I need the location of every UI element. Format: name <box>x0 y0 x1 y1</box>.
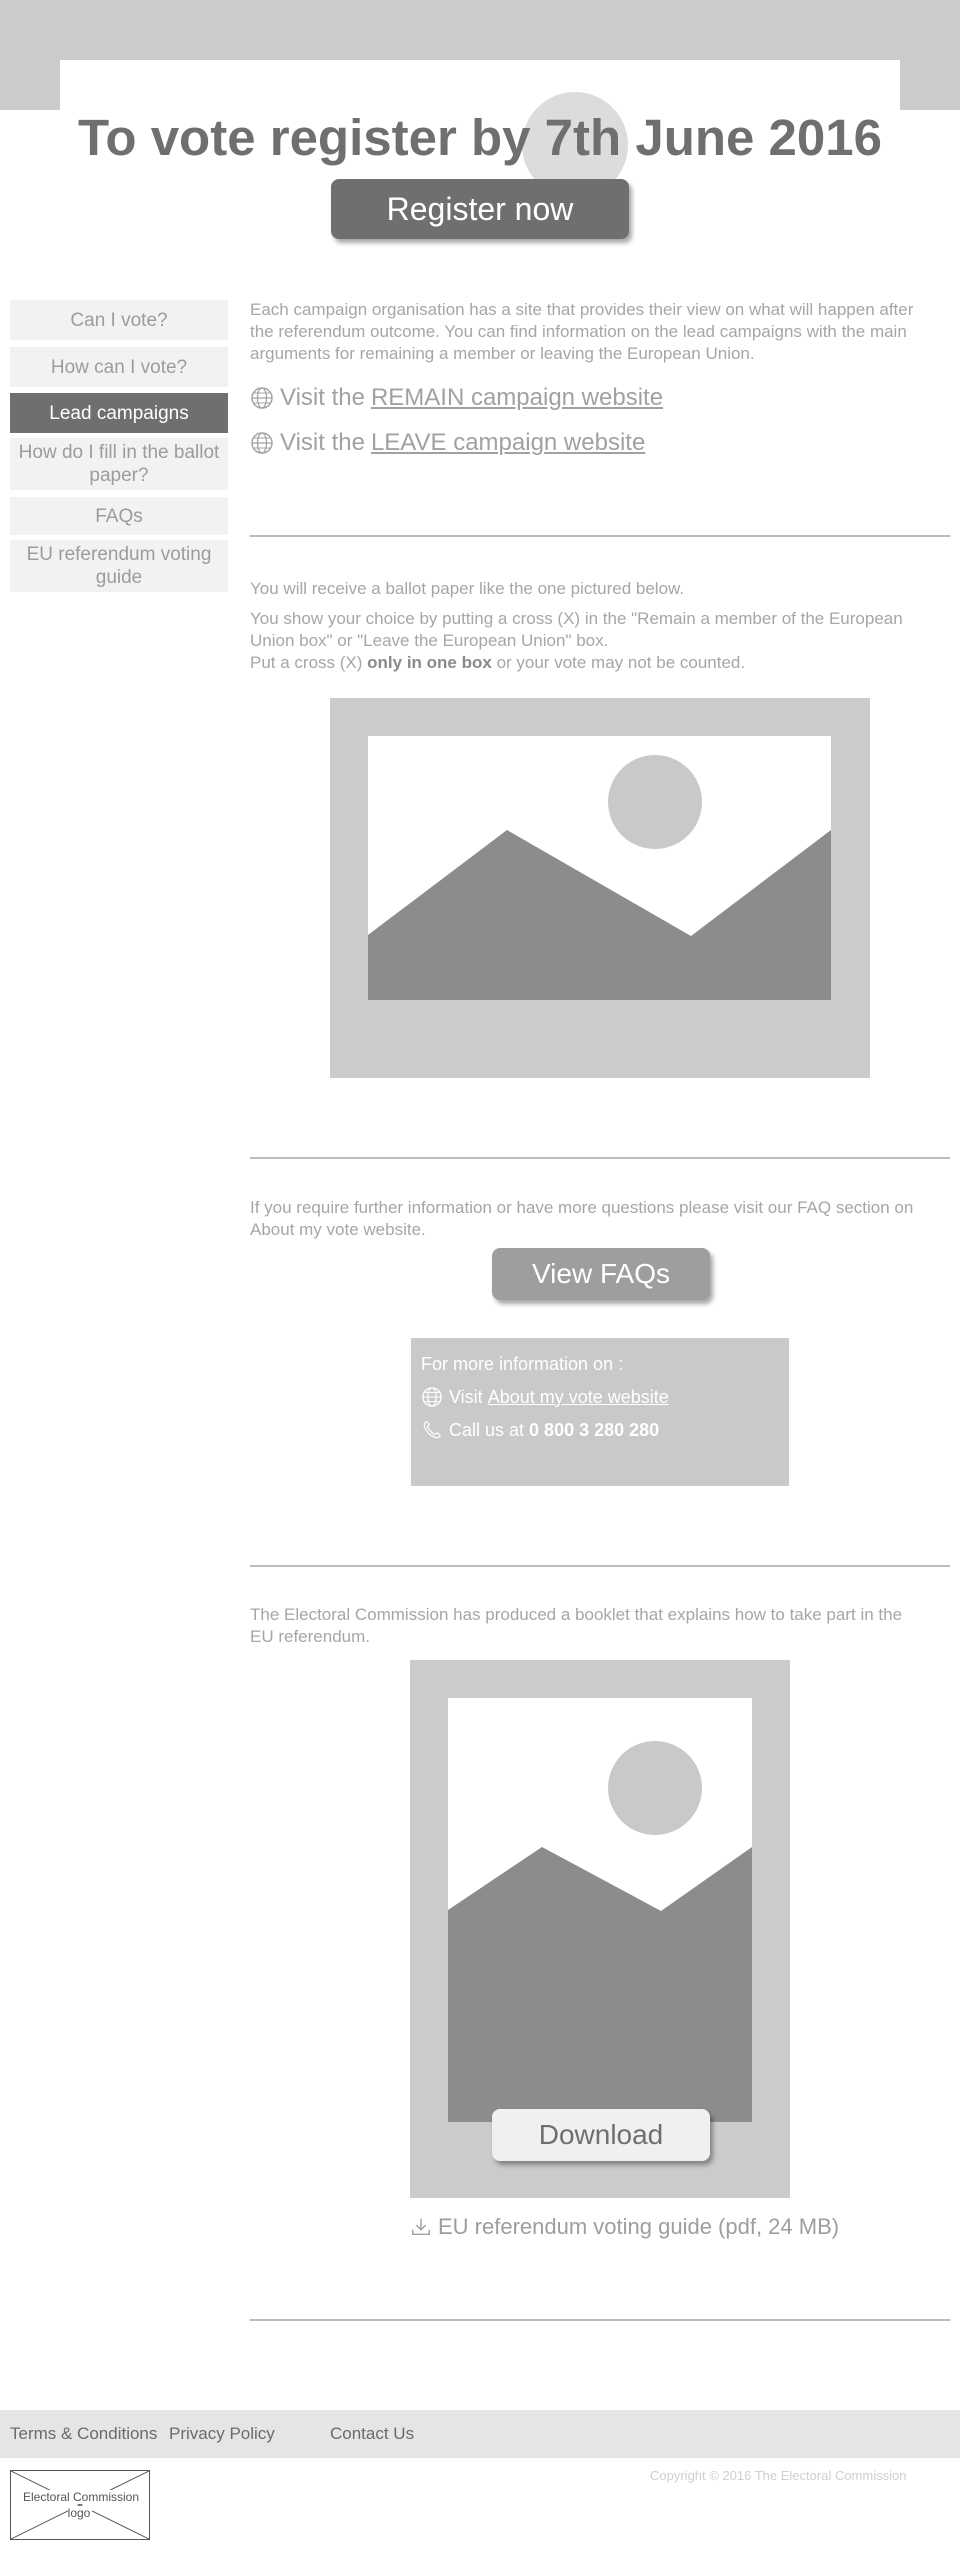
view-faqs-button[interactable]: View FAQs <box>492 1248 710 1300</box>
ballot-paper-image <box>330 698 870 1078</box>
call-row: Call us at 0 800 3 280 280 <box>421 1419 659 1441</box>
more-info-title: For more information on : <box>421 1354 624 1374</box>
sidebar-item-faqs[interactable]: FAQs <box>10 497 228 535</box>
image-placeholder-icon <box>448 1698 752 2122</box>
ballot-instructions: You show your choice by putting a cross … <box>250 609 903 650</box>
ballot-warning-pre: Put a cross (X) <box>250 653 363 672</box>
footer-contact-link[interactable]: Contact Us <box>330 2424 414 2444</box>
booklet-intro: The Electoral Commission has produced a … <box>250 1605 903 1646</box>
phone-number[interactable]: 0 800 3 280 280 <box>529 1420 659 1441</box>
phone-icon <box>423 1421 441 1439</box>
sidebar-item-how-can-i-vote[interactable]: How can I vote? <box>10 347 228 387</box>
more-info-box: For more information on : Visit About my… <box>411 1338 789 1486</box>
sidebar-item-can-i-vote[interactable]: Can I vote? <box>10 300 228 340</box>
visit-label: Visit <box>449 1386 483 1407</box>
visit-prefix: Visit the <box>280 384 365 411</box>
section-divider <box>250 1565 950 1567</box>
sidebar-item-lead-campaigns[interactable]: Lead campaigns <box>10 393 228 433</box>
sidebar-item-voting-guide[interactable]: EU referendum voting guide <box>10 540 228 592</box>
section-divider <box>250 2319 950 2321</box>
leave-visit-line: Visit the LEAVE campaign website <box>250 429 645 457</box>
ballot-warning-post: or your vote may not be counted. <box>496 653 746 672</box>
footer: Terms & Conditions Privacy Policy Contac… <box>0 2410 960 2458</box>
register-now-button[interactable]: Register now <box>331 179 629 239</box>
about-my-vote-link[interactable]: About my vote website <box>488 1387 669 1408</box>
faq-intro: If you require further information or ha… <box>250 1198 914 1239</box>
image-placeholder-icon <box>368 736 831 1000</box>
remain-campaign-link[interactable]: REMAIN campaign website <box>371 384 663 412</box>
download-button[interactable]: Download <box>492 2109 710 2161</box>
page-title: To vote register by 7th June 2016 <box>78 109 882 166</box>
section-divider <box>250 535 950 537</box>
visit-row: Visit About my vote website <box>421 1386 669 1408</box>
voting-guide-link[interactable]: EU referendum voting guide (pdf, 24 MB) <box>410 2214 839 2240</box>
footer-privacy-link[interactable]: Privacy Policy <box>169 2424 275 2444</box>
campaigns-intro: Each campaign organisation has a site th… <box>250 300 914 363</box>
globe-icon <box>422 1387 442 1407</box>
leave-campaign-link[interactable]: LEAVE campaign website <box>371 429 645 457</box>
globe-icon <box>251 432 273 454</box>
visit-prefix: Visit the <box>280 429 365 456</box>
footer-terms-link[interactable]: Terms & Conditions <box>10 2424 157 2444</box>
voting-guide-label: EU referendum voting guide (pdf, 24 MB) <box>438 2214 840 2239</box>
logo-label: Electoral Commission logo <box>20 2490 140 2520</box>
remain-visit-line: Visit the REMAIN campaign website <box>250 384 663 412</box>
ballot-warning: Put a cross (X) only in one box or your … <box>250 652 930 674</box>
electoral-commission-logo[interactable]: Electoral Commission logo <box>10 2470 150 2540</box>
ballot-warning-emphasis: only in one box <box>367 653 492 672</box>
ballot-intro: You will receive a ballot paper like the… <box>250 579 685 598</box>
copyright-text: Copyright © 2016 The Electoral Commissio… <box>650 2468 907 2483</box>
sidebar-item-fill-ballot[interactable]: How do I fill in the ballot paper? <box>10 438 228 490</box>
call-label: Call us at <box>449 1419 525 1440</box>
globe-icon <box>251 387 273 409</box>
download-icon <box>412 2218 430 2236</box>
section-divider <box>250 1157 950 1159</box>
